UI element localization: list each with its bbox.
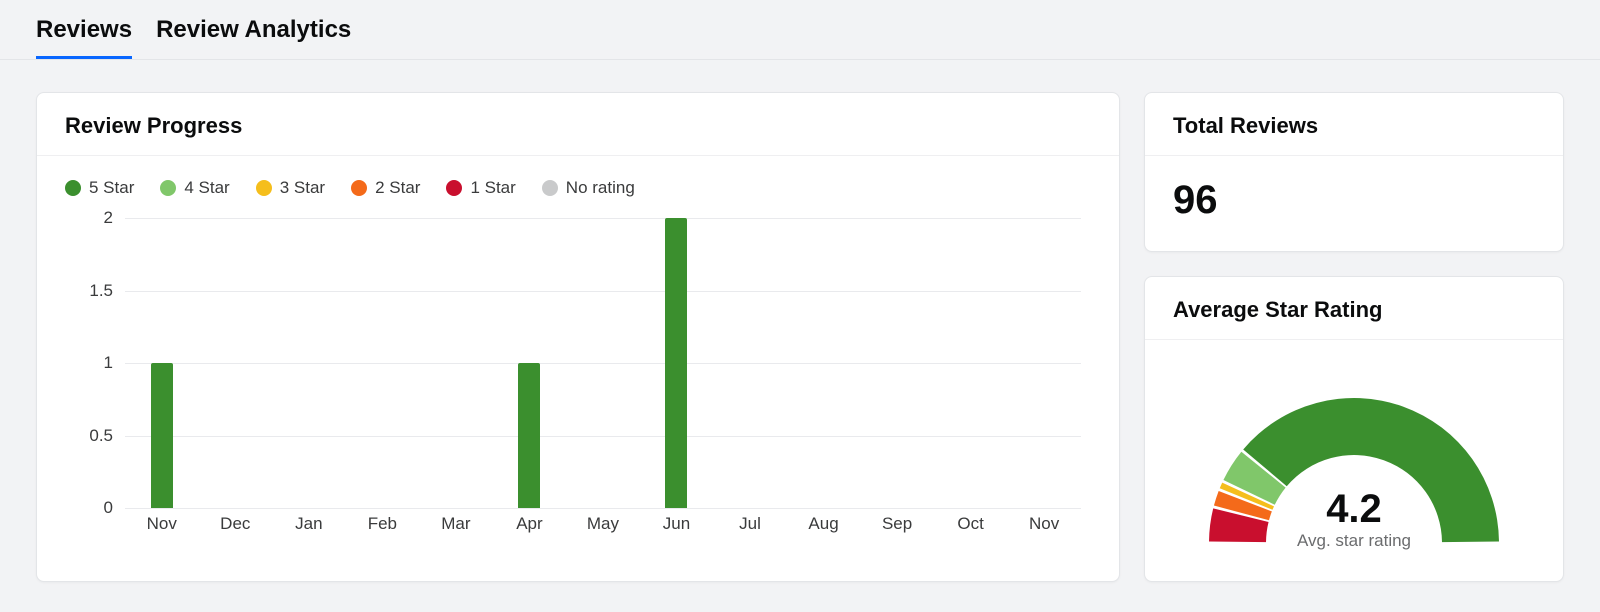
x-tick-label: Oct xyxy=(934,508,1008,538)
bar-cell xyxy=(713,218,787,508)
legend-dot-icon xyxy=(351,180,367,196)
x-tick-label: Aug xyxy=(787,508,861,538)
total-reviews-value: 96 xyxy=(1145,156,1563,251)
legend-dot-icon xyxy=(542,180,558,196)
x-tick-label: Sep xyxy=(860,508,934,538)
legend-label: 2 Star xyxy=(375,178,420,198)
bar-cell xyxy=(640,218,714,508)
avg-rating-sublabel: Avg. star rating xyxy=(1297,531,1411,551)
legend-label: 5 Star xyxy=(89,178,134,198)
x-tick-label: Jun xyxy=(640,508,714,538)
review-progress-title: Review Progress xyxy=(37,93,1119,156)
bar-cell xyxy=(860,218,934,508)
x-tick-label: Jul xyxy=(713,508,787,538)
avg-rating-card: Average Star Rating 4.2 Avg. star rating xyxy=(1144,276,1564,582)
chart-wrap: 00.511.52NovDecJanFebMarAprMayJunJulAugS… xyxy=(37,198,1119,560)
total-reviews-title: Total Reviews xyxy=(1145,93,1563,156)
total-reviews-card: Total Reviews 96 xyxy=(1144,92,1564,252)
bar-segment[interactable] xyxy=(151,363,173,508)
legend-item[interactable]: 2 Star xyxy=(351,178,420,198)
legend-label: 1 Star xyxy=(470,178,515,198)
y-tick-label: 2 xyxy=(65,208,113,228)
y-tick-label: 1.5 xyxy=(65,281,113,301)
bar-cell xyxy=(787,218,861,508)
x-tick-label: Dec xyxy=(199,508,273,538)
y-tick-label: 0 xyxy=(65,498,113,518)
bar-cell xyxy=(566,218,640,508)
bar-segment[interactable] xyxy=(518,363,540,508)
legend-label: 4 Star xyxy=(184,178,229,198)
bar-cell xyxy=(346,218,420,508)
legend-item[interactable]: No rating xyxy=(542,178,635,198)
bar-segment[interactable] xyxy=(665,218,687,508)
bars-area xyxy=(125,218,1081,508)
legend-item[interactable]: 1 Star xyxy=(446,178,515,198)
review-progress-chart: 00.511.52NovDecJanFebMarAprMayJunJulAugS… xyxy=(65,218,1091,538)
avg-rating-title: Average Star Rating xyxy=(1145,277,1563,340)
legend-item[interactable]: 4 Star xyxy=(160,178,229,198)
legend-dot-icon xyxy=(256,180,272,196)
bar-cell xyxy=(493,218,567,508)
legend-dot-icon xyxy=(65,180,81,196)
x-axis: NovDecJanFebMarAprMayJunJulAugSepOctNov xyxy=(125,508,1081,538)
legend-item[interactable]: 5 Star xyxy=(65,178,134,198)
tab-reviews[interactable]: Reviews xyxy=(36,8,132,59)
chart-legend: 5 Star 4 Star 3 Star 2 Star 1 Star No rating xyxy=(37,156,1119,198)
bar-cell xyxy=(272,218,346,508)
review-progress-card: Review Progress 5 Star 4 Star 3 Star 2 Star… xyxy=(36,92,1120,582)
legend-dot-icon xyxy=(160,180,176,196)
tab-review-analytics[interactable]: Review Analytics xyxy=(156,8,351,59)
x-tick-label: Apr xyxy=(493,508,567,538)
dashboard-content: Review Progress 5 Star 4 Star 3 Star 2 Star… xyxy=(0,60,1600,582)
tabs-bar: Reviews Review Analytics xyxy=(0,0,1600,60)
legend-dot-icon xyxy=(446,180,462,196)
legend-item[interactable]: 3 Star xyxy=(256,178,325,198)
legend-label: No rating xyxy=(566,178,635,198)
gauge-wrap: 4.2 Avg. star rating xyxy=(1145,340,1563,581)
avg-rating-value: 4.2 xyxy=(1326,489,1382,529)
bar-cell xyxy=(419,218,493,508)
legend-label: 3 Star xyxy=(280,178,325,198)
y-tick-label: 1 xyxy=(65,353,113,373)
bar-cell xyxy=(934,218,1008,508)
bar-cell xyxy=(125,218,199,508)
bar-cell xyxy=(1007,218,1081,508)
x-tick-label: Jan xyxy=(272,508,346,538)
x-tick-label: Nov xyxy=(125,508,199,538)
x-tick-label: Nov xyxy=(1007,508,1081,538)
bar-cell xyxy=(199,218,273,508)
x-tick-label: Mar xyxy=(419,508,493,538)
x-tick-label: May xyxy=(566,508,640,538)
x-tick-label: Feb xyxy=(346,508,420,538)
y-tick-label: 0.5 xyxy=(65,426,113,446)
